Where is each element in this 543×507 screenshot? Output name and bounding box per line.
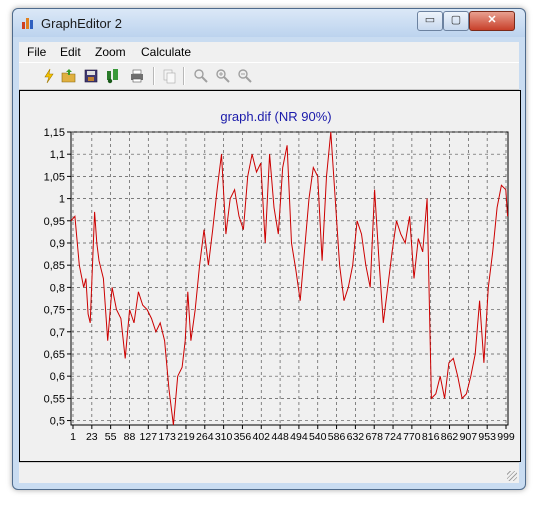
x-tick-label: 448 <box>271 431 289 443</box>
menu-file[interactable]: File <box>27 45 46 59</box>
x-tick-label: 999 <box>497 431 515 443</box>
x-tick-label: 127 <box>140 431 158 443</box>
x-tick-label: 816 <box>422 431 440 443</box>
x-tick-label: 310 <box>215 431 233 443</box>
zoom-in-icon[interactable] <box>215 68 231 84</box>
maximize-button[interactable]: ▢ <box>443 11 469 31</box>
menu-calculate[interactable]: Calculate <box>141 45 191 59</box>
x-tick-label: 1 <box>70 431 76 443</box>
close-button[interactable]: ✕ <box>469 11 515 31</box>
x-tick-label: 402 <box>252 431 270 443</box>
x-tick-label: 356 <box>234 431 252 443</box>
y-tick-label: 0,85 <box>44 260 65 272</box>
menu-edit[interactable]: Edit <box>60 45 81 59</box>
x-tick-label: 23 <box>86 431 98 443</box>
x-tick-label: 724 <box>384 431 402 443</box>
chart-panel: graph.dif (NR 90%) 1,15 1,1 1,05 1 0,95 0,9 0,… <box>19 90 521 462</box>
title-bar[interactable]: GraphEditor 2 ▭ ▢ ✕ <box>13 9 525 37</box>
menu-zoom[interactable]: Zoom <box>95 45 126 59</box>
x-tick-label: 88 <box>124 431 136 443</box>
y-tick-label: 0,65 <box>44 349 65 361</box>
x-axis: 1 23 55 88 127 173 219 264 310 356 402 448 494 540 586… <box>70 425 515 443</box>
x-tick-label: 586 <box>328 431 346 443</box>
chart-title: graph.dif (NR 90%) <box>220 109 331 124</box>
resize-grip[interactable] <box>507 471 517 481</box>
x-tick-label: 540 <box>309 431 327 443</box>
zoom-out-icon[interactable] <box>237 68 253 84</box>
print-icon[interactable] <box>129 68 145 84</box>
y-tick-label: 0,9 <box>50 238 65 250</box>
y-tick-label: 0,95 <box>44 216 65 228</box>
y-tick-label: 0,55 <box>44 393 65 405</box>
toolbar <box>19 62 519 90</box>
y-tick-label: 0,5 <box>50 416 65 428</box>
x-tick-label: 907 <box>460 431 478 443</box>
toolbar-separator <box>153 67 155 85</box>
window-title: GraphEditor 2 <box>41 16 122 31</box>
y-tick-label: 1,15 <box>44 127 65 139</box>
plot-area <box>70 131 509 426</box>
menu-bar: File Edit Zoom Calculate <box>19 42 519 62</box>
copy-icon[interactable] <box>161 68 177 84</box>
app-window: GraphEditor 2 ▭ ▢ ✕ File Edit Zoom Calcu… <box>12 8 526 490</box>
y-tick-label: 0,8 <box>50 282 65 294</box>
x-tick-label: 494 <box>290 431 308 443</box>
open-folder-icon[interactable] <box>61 68 77 84</box>
x-tick-label: 770 <box>403 431 421 443</box>
x-tick-label: 173 <box>158 431 176 443</box>
x-tick-label: 264 <box>196 431 214 443</box>
x-tick-label: 953 <box>478 431 496 443</box>
y-tick-label: 0,7 <box>50 327 65 339</box>
x-tick-label: 55 <box>105 431 117 443</box>
y-axis: 1,15 1,1 1,05 1 0,95 0,9 0,85 0,8 0,75 0,7 0,65 0,6… <box>44 127 71 428</box>
status-bar <box>19 462 519 483</box>
y-tick-label: 0,75 <box>44 305 65 317</box>
line-chart: graph.dif (NR 90%) 1,15 1,1 1,05 1 0,95 0,9 0,… <box>44 109 515 443</box>
y-tick-label: 0,6 <box>50 371 65 383</box>
new-lightning-icon[interactable] <box>41 68 57 84</box>
x-tick-label: 219 <box>177 431 195 443</box>
save-icon[interactable] <box>83 68 99 84</box>
y-tick-label: 1 <box>59 194 65 206</box>
toolbar-separator <box>183 67 185 85</box>
x-tick-label: 862 <box>441 431 459 443</box>
y-tick-label: 1,1 <box>50 149 65 161</box>
minimize-button[interactable]: ▭ <box>417 11 443 31</box>
plot-icon[interactable] <box>105 68 121 84</box>
x-tick-label: 678 <box>365 431 383 443</box>
zoom-icon[interactable] <box>193 68 209 84</box>
app-icon <box>22 18 33 29</box>
y-tick-label: 1,05 <box>44 171 65 183</box>
x-tick-label: 632 <box>347 431 365 443</box>
